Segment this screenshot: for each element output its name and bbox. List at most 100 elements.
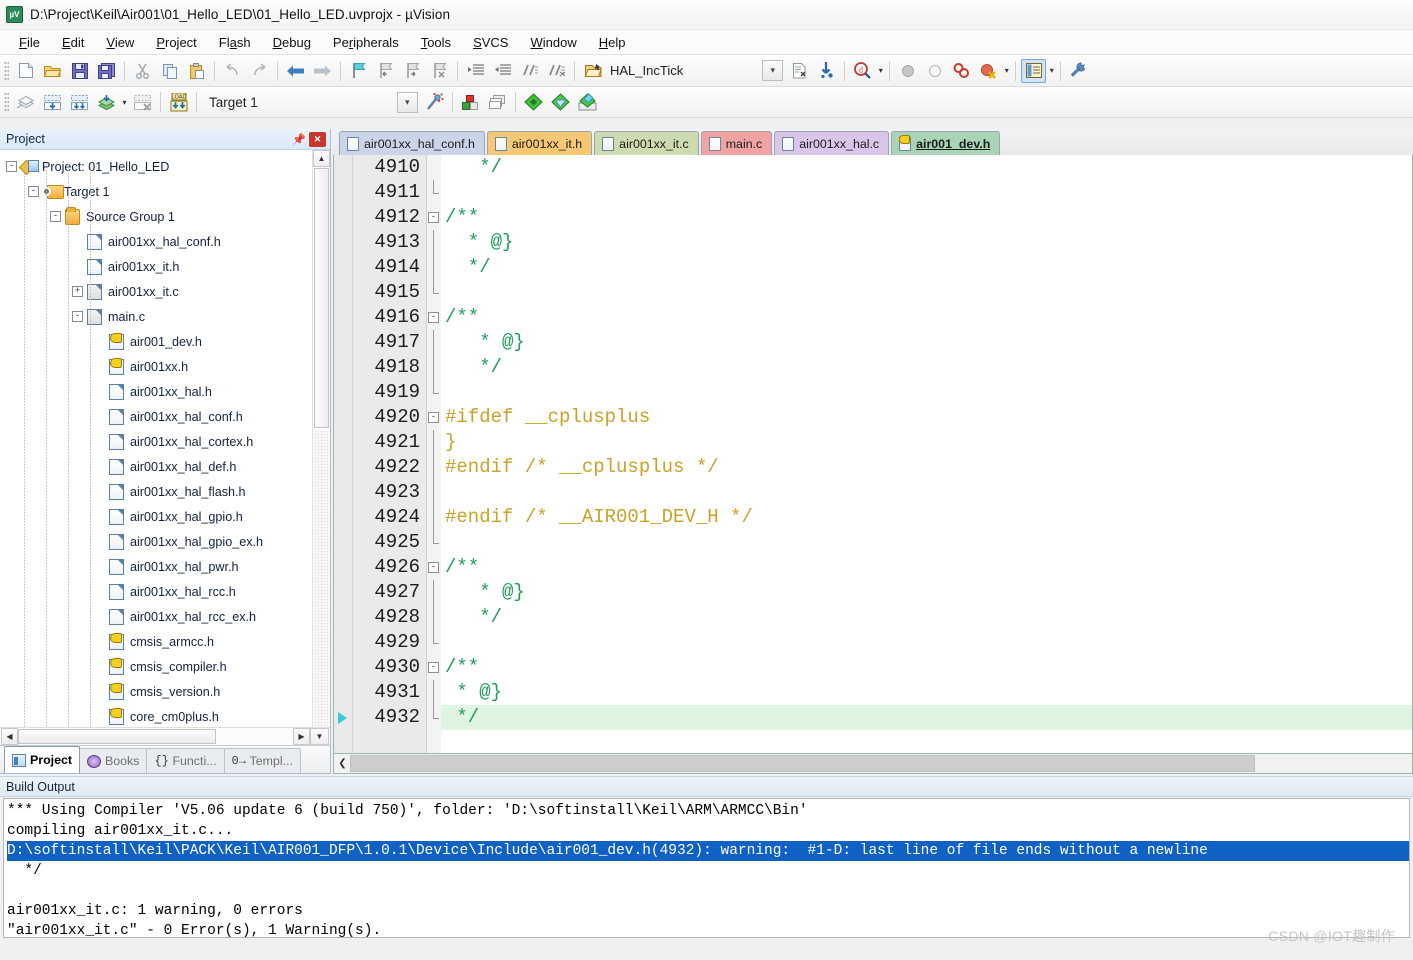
menu-item-view[interactable]: View [95,32,145,53]
build-output-line[interactable]: compiling air001xx_it.c... [7,821,1409,841]
code-folding-gutter[interactable]: - - - - - [427,155,441,753]
menu-item-svcs[interactable]: SVCS [462,32,519,53]
menu-item-debug[interactable]: Debug [262,32,322,53]
tree-item[interactable]: air001xx_hal.h [6,379,312,404]
editor-hscroll-thumb[interactable] [350,755,1255,772]
tree-item[interactable]: air001xx_hal_gpio_ex.h [6,529,312,554]
code-line[interactable]: * @} [441,230,1412,255]
download-icon[interactable]: LOAD [166,90,191,114]
editor-tab-air001xx-hal-conf-h[interactable]: air001xx_hal_conf.h [339,131,485,155]
tree-item[interactable]: + air001xx_it.c [6,279,312,304]
code-line[interactable]: * @} [441,330,1412,355]
collapse-toggle-icon[interactable]: - [72,311,83,322]
target-selector-value[interactable]: Target 1 [201,95,264,110]
vscroll-thumb[interactable] [314,168,329,428]
tree-item[interactable]: air001xx.h [6,354,312,379]
collapse-toggle-icon[interactable]: - [6,161,17,172]
previous-bookmark-icon[interactable] [373,59,398,83]
copy-icon[interactable] [157,59,182,83]
fold-collapse-icon[interactable]: - [428,562,439,573]
new-file-icon[interactable] [13,59,38,83]
menu-item-flash[interactable]: Flash [208,32,262,53]
tree-item[interactable]: cmsis_armcc.h [6,629,312,654]
find-dropdown-caret[interactable]: ▾ [876,61,885,81]
batch-build-caret[interactable]: ▾ [120,92,129,112]
vscroll-track[interactable] [314,430,329,727]
rebuild-icon[interactable] [67,90,92,114]
code-line[interactable]: */ [441,705,1412,730]
code-line[interactable]: /** [441,305,1412,330]
code-line[interactable]: #endif /* __cplusplus */ [441,455,1412,480]
code-line[interactable] [441,630,1412,655]
code-line[interactable]: /** [441,655,1412,680]
tree-item[interactable]: - Target 1 [6,179,312,204]
scroll-right-arrow-icon[interactable]: ▶ [293,728,310,745]
fold-collapse-icon[interactable]: - [428,412,439,423]
save-icon[interactable] [67,59,92,83]
tree-item[interactable]: cmsis_version.h [6,679,312,704]
code-line[interactable]: #endif /* __AIR001_DEV_H */ [441,505,1412,530]
build-output-line[interactable]: *** Using Compiler 'V5.06 update 6 (buil… [7,801,1409,821]
tree-item[interactable]: air001xx_hal_rcc.h [6,579,312,604]
cut-icon[interactable] [130,59,155,83]
stop-build-icon[interactable] [130,90,155,114]
project-window-caret[interactable]: ▾ [1047,61,1056,81]
scroll-left-arrow-icon[interactable]: ❮ [335,755,350,772]
open-file-icon[interactable] [40,59,65,83]
breakpoint-gutter[interactable] [334,155,353,753]
code-line[interactable] [441,380,1412,405]
tree-item[interactable]: air001xx_hal_cortex.h [6,429,312,454]
project-tree-vscrollbar[interactable]: ▲ [312,150,330,727]
panel-tab-functi[interactable]: {} Functi... [146,748,225,773]
options-for-target-icon[interactable] [458,90,483,114]
editor-tab-air001xx-it-c[interactable]: air001xx_it.c [594,131,699,155]
project-tree-hscrollbar[interactable]: ◀ ▶ ▼ [0,727,330,745]
code-line[interactable]: /** [441,555,1412,580]
editor-tab-air001-dev-h[interactable]: air001_dev.h [891,131,1001,155]
project-window-icon[interactable] [1021,58,1047,83]
code-line[interactable] [441,480,1412,505]
scroll-left-arrow-icon[interactable]: ◀ [1,728,18,745]
tree-item[interactable]: core_cm0plus.h [6,704,312,727]
tree-item[interactable]: air001xx_hal_pwr.h [6,554,312,579]
editor-tab-air001xx-it-h[interactable]: air001xx_it.h [486,131,593,155]
panel-tab-books[interactable]: Books [79,748,148,773]
tree-item[interactable]: cmsis_compiler.h [6,654,312,679]
pack-installer-icon[interactable] [521,90,546,114]
toggle-bookmark-icon[interactable] [346,59,371,83]
select-software-packs-icon[interactable] [548,90,573,114]
menu-item-file[interactable]: File [8,32,51,53]
build-icon[interactable] [40,90,65,114]
code-line[interactable]: * @} [441,680,1412,705]
tree-item[interactable]: air001xx_hal_conf.h [6,229,312,254]
target-dropdown-icon[interactable]: ▾ [395,90,420,114]
build-output-line[interactable]: air001xx_it.c: 1 warning, 0 errors [7,901,1409,921]
build-output-line[interactable]: */ [7,861,1409,881]
tree-item[interactable]: - main.c [6,304,312,329]
expand-toggle-icon[interactable]: + [72,286,83,297]
panel-tab-templ[interactable]: 0→ Templ... [223,748,301,773]
fold-collapse-icon[interactable]: - [428,312,439,323]
editor-tab-air001xx-hal-c[interactable]: air001xx_hal.c [774,131,890,155]
insert-file-icon[interactable] [787,59,812,83]
build-output-text[interactable]: *** Using Compiler 'V5.06 update 6 (buil… [3,798,1410,938]
menu-item-peripherals[interactable]: Peripherals [322,32,410,53]
scroll-menu-arrow-icon[interactable]: ▼ [310,728,329,745]
fold-collapse-icon[interactable]: - [428,212,439,223]
next-bookmark-icon[interactable] [400,59,425,83]
combo-dropdown-icon[interactable]: ▾ [760,59,785,83]
code-line[interactable]: */ [441,155,1412,180]
code-line[interactable]: */ [441,605,1412,630]
breakpoint-disabled-icon[interactable] [895,59,920,83]
toolbar-grip[interactable] [4,92,9,112]
menu-item-tools[interactable]: Tools [410,32,462,53]
close-icon[interactable]: ✕ [309,131,326,147]
editor-hscrollbar[interactable]: ❮ [333,754,1413,774]
tree-item[interactable]: air001xx_hal_flash.h [6,479,312,504]
code-line[interactable] [441,530,1412,555]
find-in-files-icon[interactable]: d [850,59,875,83]
configure-tools-icon[interactable] [1066,59,1091,83]
code-line[interactable]: * @} [441,580,1412,605]
panel-tab-project[interactable]: Project [4,746,81,773]
tree-item[interactable]: - Source Group 1 [6,204,312,229]
